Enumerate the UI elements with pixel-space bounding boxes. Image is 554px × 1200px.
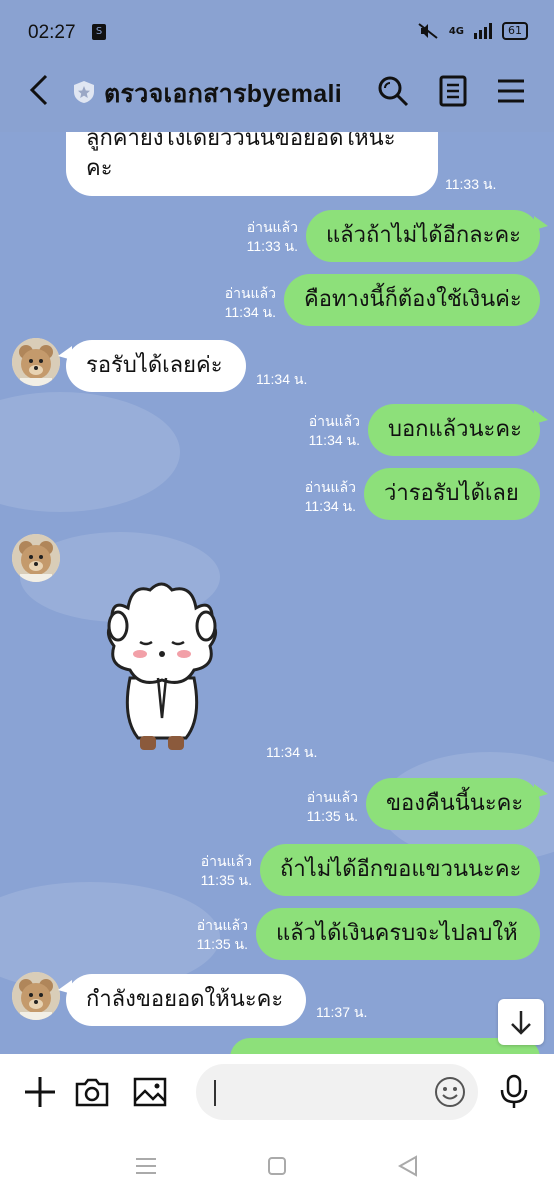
recent-apps-icon[interactable] xyxy=(134,1154,158,1178)
chat-title[interactable]: ตรวจเอกสารbyemali xyxy=(104,74,342,114)
message-text: รอรับได้เลยค่ะ xyxy=(86,353,223,378)
status-time: 02:27 xyxy=(28,22,76,43)
message-text: แล้วได้เงินครบจะไปลบให้ xyxy=(276,921,518,946)
plus-icon[interactable] xyxy=(22,1074,58,1110)
incoming-message-bubble[interactable]: รอรับได้เลยค่ะ xyxy=(58,340,246,392)
avatar[interactable] xyxy=(12,534,60,582)
message-text: กำลังขอยอดให้นะคะ xyxy=(86,987,284,1012)
read-receipt: อ่านแล้ว xyxy=(308,413,360,429)
incoming-message-bubble[interactable]: ลูกค้ายังไงเดี๋ยววันนี้ขอยอดให้นะ คะ xyxy=(66,132,438,196)
image-icon[interactable] xyxy=(132,1074,168,1110)
message-meta: อ่านแล้ว 11:34 น. xyxy=(278,478,356,516)
message-time: 11:37 น. xyxy=(316,1004,368,1020)
message-time: 11:34 น. xyxy=(224,304,276,320)
battery-level: 61 xyxy=(508,24,522,37)
notes-icon[interactable] xyxy=(436,74,470,108)
avatar[interactable] xyxy=(12,972,60,1020)
background-cloud xyxy=(0,392,180,512)
shield-icon xyxy=(74,81,94,103)
message-time: 11:34 น. xyxy=(266,744,318,760)
message-text: แล้วถ้าไม่ได้อีกละคะ xyxy=(326,223,521,248)
back-icon[interactable] xyxy=(28,74,52,106)
message-time: 11:34 น. xyxy=(308,432,360,448)
read-receipt: อ่านแล้ว xyxy=(196,917,248,933)
signal-icon xyxy=(474,23,492,39)
text-cursor xyxy=(214,1080,216,1106)
scroll-to-bottom-button[interactable] xyxy=(498,999,544,1045)
outgoing-message-bubble[interactable]: แล้วถ้าไม่ได้อีกละคะ xyxy=(306,210,548,262)
camera-icon[interactable] xyxy=(74,1074,110,1110)
message-text: ลูกค้ายังไงเดี๋ยววันนี้ขอยอดให้นะ xyxy=(86,132,396,151)
read-receipt: อ่านแล้ว xyxy=(200,853,252,869)
outgoing-message-bubble[interactable]: ของคืนนี้นะคะ xyxy=(366,778,548,830)
message-meta: อ่านแล้ว 11:33 น. xyxy=(220,218,298,256)
message-meta: อ่านแล้ว 11:35 น. xyxy=(280,788,358,826)
search-icon[interactable] xyxy=(376,74,410,108)
message-text: ถ้าไม่ได้อีกขอแขวนนะคะ xyxy=(280,857,522,882)
mute-icon xyxy=(418,23,438,39)
bear-avatar-icon xyxy=(12,972,60,1020)
chat-header: ตรวจเอกสารbyemali xyxy=(0,48,554,132)
bear-avatar-icon xyxy=(12,338,60,386)
outgoing-message-bubble[interactable]: ถ้าไม่ได้อีกขอแขวนนะคะ xyxy=(260,844,540,896)
network-type: 4G xyxy=(448,25,464,37)
message-time: 11:35 น. xyxy=(200,872,252,888)
message-time: 11:35 น. xyxy=(196,936,248,952)
emoji-icon[interactable] xyxy=(434,1076,466,1108)
arrow-down-icon xyxy=(511,1011,531,1035)
system-navigation-bar xyxy=(0,1132,554,1200)
message-time: 11:33 น. xyxy=(445,176,497,192)
menu-icon[interactable] xyxy=(494,74,528,108)
message-text: ของคืนนี้นะคะ xyxy=(386,791,524,816)
shop-notification-icon: S xyxy=(92,24,106,40)
message-meta: อ่านแล้ว 11:35 น. xyxy=(170,916,248,954)
incoming-message-bubble[interactable]: กำลังขอยอดให้นะคะ xyxy=(58,974,306,1026)
outgoing-message-bubble[interactable]: คือทางนี้ก็ต้องใช้เงินค่ะ xyxy=(284,274,540,326)
chat-area[interactable]: ลูกค้ายังไงเดี๋ยววันนี้ขอยอดให้นะ คะ 11:… xyxy=(0,132,554,1054)
status-bar: 02:27 S 4G 61 xyxy=(0,0,554,48)
message-text: คือทางนี้ก็ต้องใช้เงินค่ะ xyxy=(304,287,522,312)
bear-avatar-icon xyxy=(12,534,60,582)
read-receipt: อ่านแล้ว xyxy=(304,479,356,495)
message-meta: อ่านแล้ว 11:35 น. xyxy=(174,852,252,890)
outgoing-message-bubble[interactable] xyxy=(230,1038,540,1054)
sheep-sticker[interactable] xyxy=(100,578,224,752)
message-time: 11:34 น. xyxy=(256,371,308,387)
battery-icon: 61 xyxy=(502,22,528,40)
home-icon[interactable] xyxy=(265,1154,289,1178)
read-receipt: อ่านแล้ว xyxy=(224,285,276,301)
status-indicators: 4G 61 xyxy=(417,22,528,40)
outgoing-message-bubble[interactable]: บอกแล้วนะคะ xyxy=(368,404,548,456)
message-text: คะ xyxy=(86,156,113,181)
read-receipt: อ่านแล้ว xyxy=(306,789,358,805)
message-time: 11:33 น. xyxy=(246,238,298,254)
microphone-icon[interactable] xyxy=(496,1074,532,1110)
avatar[interactable] xyxy=(12,338,60,386)
message-meta: อ่านแล้ว 11:34 น. xyxy=(282,412,360,450)
message-text: บอกแล้วนะคะ xyxy=(388,417,522,442)
read-receipt: อ่านแล้ว xyxy=(246,219,298,235)
back-nav-icon[interactable] xyxy=(396,1154,420,1178)
message-time: 11:34 น. xyxy=(304,498,356,514)
outgoing-message-bubble[interactable]: ว่ารอรับได้เลย xyxy=(364,468,540,520)
message-time: 11:35 น. xyxy=(306,808,358,824)
outgoing-message-bubble[interactable]: แล้วได้เงินครบจะไปลบให้ xyxy=(256,908,540,960)
message-meta: อ่านแล้ว 11:34 น. xyxy=(198,284,276,322)
message-text: ว่ารอรับได้เลย xyxy=(384,481,519,506)
message-composer xyxy=(0,1054,554,1132)
